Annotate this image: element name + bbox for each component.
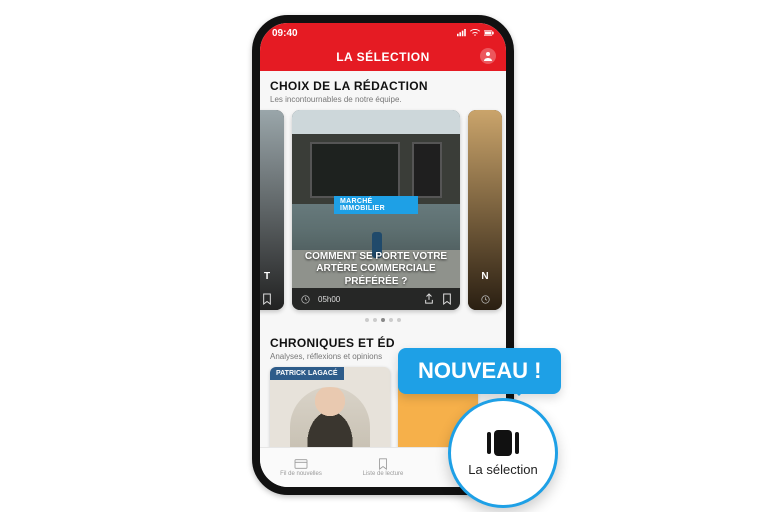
editors-choice-title: CHOIX DE LA RÉDACTION [270,79,496,93]
new-badge-bubble: NOUVEAU ! [398,348,561,394]
card-time: 05h00 [318,295,340,304]
carousel-card-next[interactable]: N [468,110,502,310]
feed-icon [294,458,308,470]
profile-icon[interactable] [480,48,496,64]
selection-callout-circle[interactable]: La sélection [448,398,558,508]
bookmark-icon[interactable] [262,294,272,304]
app-header: LA SÉLECTION [260,43,506,71]
selection-label: La sélection [468,462,537,477]
bookmark-icon[interactable] [442,294,452,304]
card-footer: 05h00 [292,288,460,310]
battery-icon [484,28,494,38]
next-card-footer [468,294,502,304]
stage: 09:40 LA SÉLECTION [0,0,768,512]
nav-label: Liste de lecture [363,471,404,477]
nav-item-reading-list[interactable]: Liste de lecture [342,458,424,477]
selection-icon [487,430,519,456]
carousel-dot[interactable] [397,318,401,322]
card-headline: COMMENT SE PORTE VOTRE ARTÈRE COMMERCIAL… [302,251,450,289]
bubble-text: NOUVEAU ! [418,358,541,383]
status-icons [456,28,494,38]
carousel-dots [270,312,496,328]
status-bar: 09:40 [260,23,506,43]
author-tag: PATRICK LAGACÉ [270,367,344,380]
share-icon[interactable] [424,294,434,304]
clock-icon [480,294,490,304]
carousel-card-main[interactable]: MARCHÉ IMMOBILIER COMMENT SE PORTE VOTRE… [292,110,460,310]
editors-choice-section: CHOIX DE LA RÉDACTION Les incontournable… [260,71,506,332]
signal-icon [456,28,466,38]
wifi-icon [470,28,480,38]
editors-choice-subtitle: Les incontournables de notre équipe. [270,95,496,104]
prev-card-footer [260,294,284,304]
carousel-dot[interactable] [373,318,377,322]
bookmark-list-icon [376,458,390,470]
carousel-dot[interactable] [389,318,393,322]
card-overlay: COMMENT SE PORTE VOTRE ARTÈRE COMMERCIAL… [292,251,460,289]
carousel-card-prev[interactable]: T [260,110,284,310]
nav-label: Fil de nouvelles [280,471,322,477]
author-photo [290,387,370,447]
header-title: LA SÉLECTION [336,50,430,64]
category-tag[interactable]: MARCHÉ IMMOBILIER [334,196,418,214]
editors-carousel[interactable]: T [260,104,506,312]
carousel-dot[interactable] [381,318,385,322]
status-time: 09:40 [272,28,298,39]
nav-item-feed[interactable]: Fil de nouvelles [260,458,342,477]
chronique-card[interactable]: PATRICK LAGACÉ [270,367,390,447]
clock-icon [300,294,310,304]
next-card-title-fragment: N [468,271,502,282]
carousel-dot[interactable] [365,318,369,322]
prev-card-title-fragment: T [260,271,284,282]
